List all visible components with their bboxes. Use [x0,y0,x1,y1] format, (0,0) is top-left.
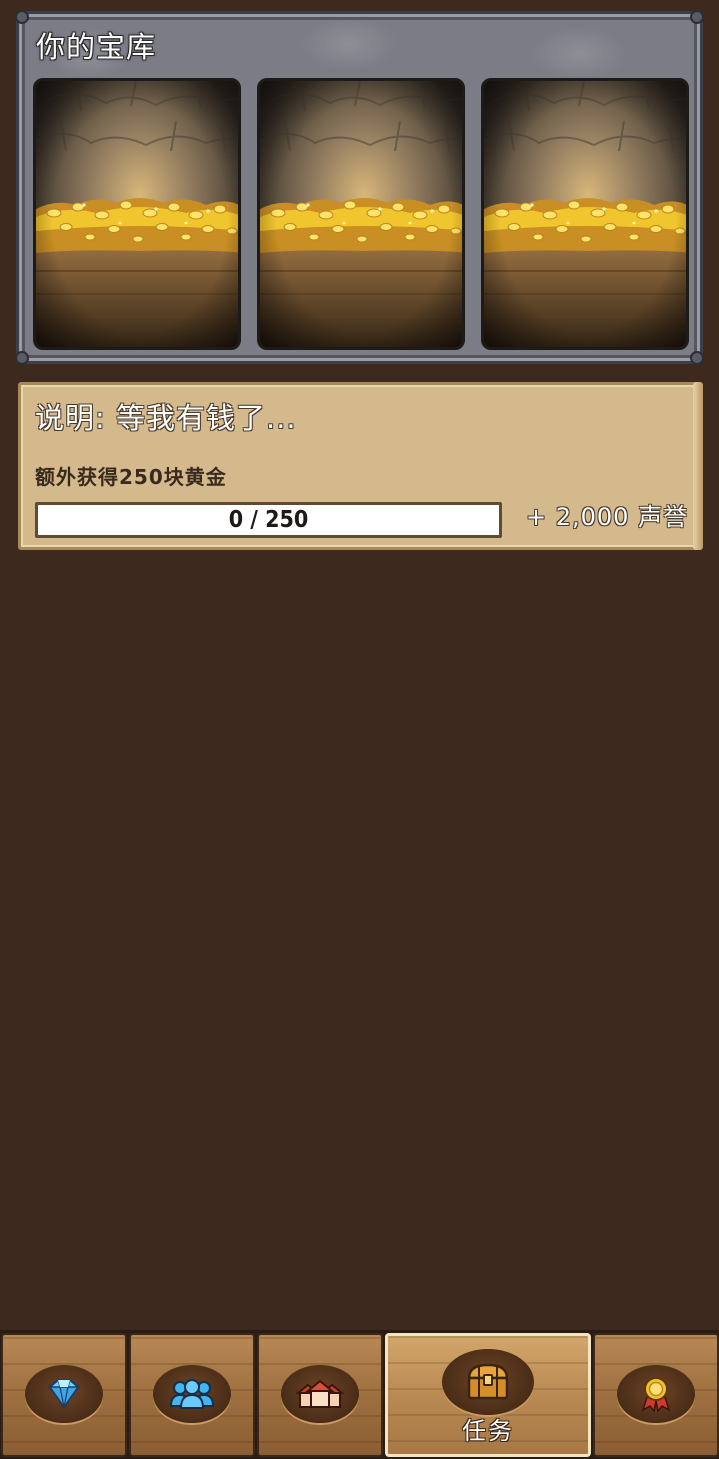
quest-goal: 额外获得250块黄金 [35,465,227,489]
nav-icon-socket [617,1365,695,1423]
gold-pile-icon [36,81,238,347]
rivet-icon [15,351,29,365]
nav-tab-achievements[interactable] [593,1333,719,1457]
vault-slot-1[interactable] [33,78,241,350]
nav-tab-buildings[interactable] [257,1333,383,1457]
nav-tab-gems[interactable] [1,1333,127,1457]
quest-reward: + 2,000 声誉 [526,503,689,531]
medal-icon [641,1377,671,1412]
vault-panel: 你的宝库 [15,10,704,365]
rivet-icon [690,10,704,24]
gold-pile-icon [260,81,462,347]
nav-tab-label: 任务 [462,1417,514,1445]
people-icon [170,1379,214,1409]
progress-text: 0 / 250 [228,507,309,533]
quest-panel: 说明: 等我有钱了... 额外获得250块黄金 0 / 250 + 2,000 … [18,382,703,550]
nav-tab-quests[interactable]: 任务 [385,1333,591,1457]
buildings-icon [296,1379,344,1408]
nav-icon-socket [153,1365,231,1423]
nav-icon-socket [442,1349,534,1415]
treasure-chest-icon [467,1363,509,1400]
vault-slot-2[interactable] [257,78,465,350]
quest-title: 说明: 等我有钱了... [35,401,297,435]
diamond-icon [48,1379,80,1409]
vault-title: 你的宝库 [36,30,157,64]
quest-progress-bar: 0 / 250 [35,502,502,538]
bottom-nav: 任务 [0,1330,719,1459]
nav-icon-socket [25,1365,103,1423]
rivet-icon [15,10,29,24]
nav-icon-socket [281,1365,359,1423]
vault-slot-3[interactable] [481,78,689,350]
rivet-icon [690,351,704,365]
nav-tab-people[interactable] [129,1333,255,1457]
gold-pile-icon [484,81,686,347]
